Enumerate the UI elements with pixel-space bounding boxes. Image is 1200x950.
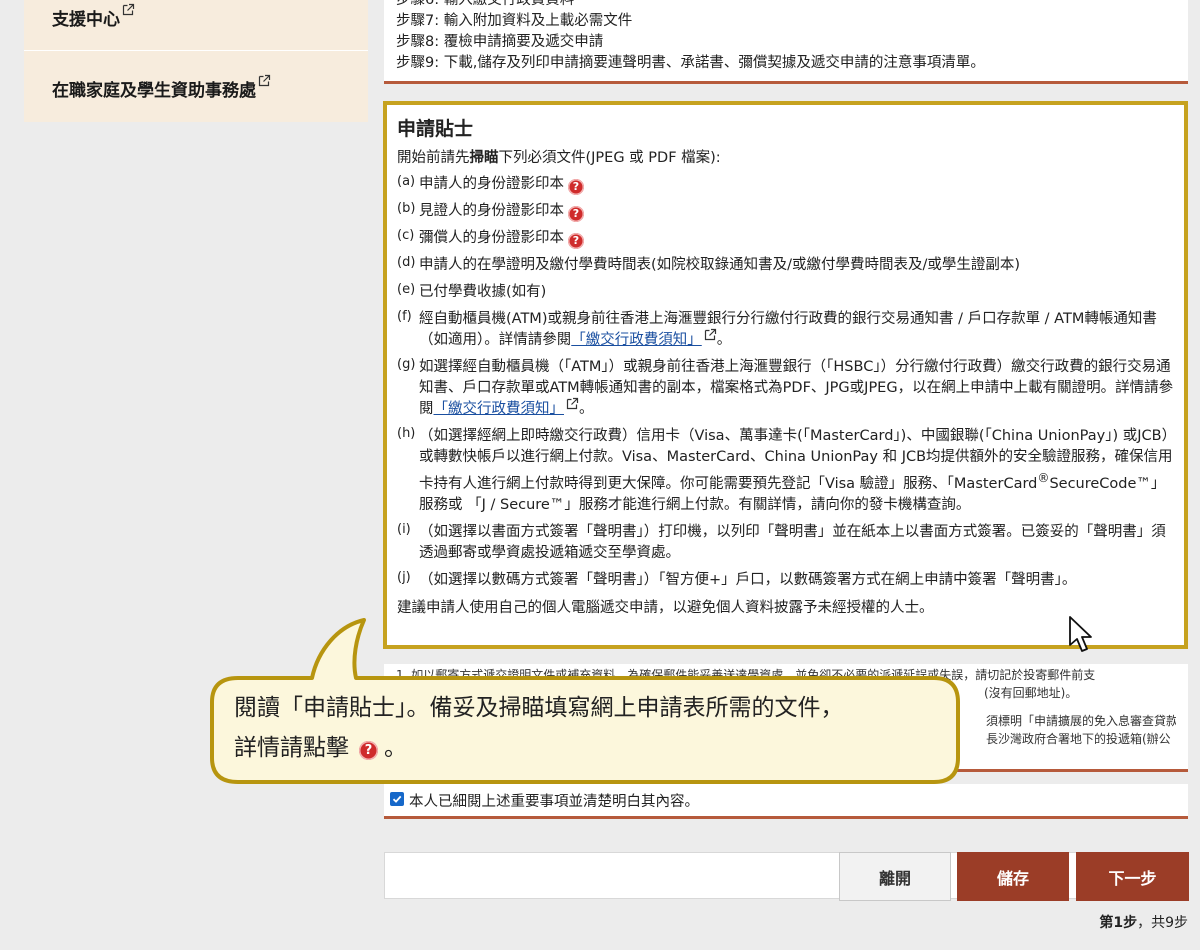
action-bar: 離開 儲存 下一步 — [384, 852, 1189, 901]
tip-item-a: (a) 申請人的身份證影印本? — [397, 174, 1174, 195]
step-line: 步驟8: 覆檢申請摘要及遞交申請 — [396, 34, 604, 50]
sidebar-item-support-centre[interactable]: 支援中心 — [24, 3, 368, 51]
admin-fee-notes-link[interactable]: 「繳交行政費須知」 — [434, 401, 565, 417]
tip-item-b: (b) 見證人的身份證影印本? — [397, 201, 1174, 222]
mouse-cursor-icon — [1069, 616, 1092, 652]
note-line: 1. 如以郵寄方式遞交證明文件或補充資料，為確保郵件能妥善送達學資處，並免卻不必… — [396, 668, 1096, 682]
application-tips-panel: 申請貼士 開始前請先掃瞄下列必須文件(JPEG 或 PDF 檔案): (a) 申請… — [383, 101, 1188, 649]
admin-fee-notes-link[interactable]: 「繳交行政費須知」 — [571, 332, 702, 348]
agreement-checkbox[interactable] — [390, 792, 404, 806]
help-icon: ? — [359, 741, 378, 760]
external-link-icon — [566, 397, 579, 410]
help-icon[interactable]: ? — [568, 206, 584, 222]
tip-item-g: (g) 如選擇經自動櫃員機（「ATM」）或親身前往香港上海滙豐銀行（「HSBC」）… — [397, 357, 1174, 417]
sidebar: 支援中心 在職家庭及學生資助事務處 — [24, 0, 368, 122]
step-line: 步驟9: 下載,儲存及列印申請摘要連聲明書、承諾書、彌償契據及遞交申請的注意事項… — [396, 55, 985, 71]
agreement-row: 本人已細閱上述重要事項並清楚明白其內容。 — [384, 784, 1188, 819]
sidebar-item-wfsfaa[interactable]: 在職家庭及學生資助事務處 — [24, 74, 368, 101]
tips-title: 申請貼士 — [397, 118, 474, 140]
step-indicator: 第1步，共9步 — [1099, 915, 1188, 931]
next-step-button[interactable]: 下一步 — [1076, 852, 1189, 901]
tips-intro: 開始前請先掃瞄下列必須文件(JPEG 或 PDF 檔案): — [397, 150, 721, 166]
tip-item-d: (d) 申請人的在學證明及繳付學費時間表(如院校取錄通知書及/或繳付學費時間表及/… — [397, 255, 1021, 273]
tip-item-h: (h) （如選擇經網上即時繳交行政費）信用卡（Visa、萬事達卡(「MasterC… — [397, 426, 1173, 513]
tip-item-f: (f) 經自動櫃員機(ATM)或親身前往香港上海滙豐銀行分行繳付行政費的銀行交易通… — [397, 309, 1157, 348]
tip-item-j: (j) （如選擇以數碼方式簽署「聲明書」）「智方便+」戶口，以數碼簽署方式在網上申… — [397, 569, 1077, 588]
external-link-icon — [704, 328, 717, 341]
tip-item-i: (i) （如選擇以書面方式簽署「聲明書」）打印機，以列印「聲明書」並在紙本上以書面… — [397, 521, 1166, 561]
sidebar-item-label: 支援中心 — [52, 10, 120, 30]
leave-button[interactable]: 離開 — [839, 852, 951, 901]
tutorial-callout-text: 閱讀「申請貼士」。備妥及掃瞄填寫網上申請表所需的文件， 詳情請點擊?。 — [234, 688, 954, 768]
step-line: 步驟6: 輸入繳交行政費資料 — [396, 0, 575, 8]
agreement-label: 本人已細閱上述重要事項並清楚明白其內容。 — [409, 794, 699, 810]
external-link-icon — [122, 3, 135, 16]
callout-line: 詳情請點擊?。 — [234, 735, 407, 761]
callout-line: 閱讀「申請貼士」。備妥及掃瞄填寫網上申請表所需的文件， — [234, 695, 844, 721]
step-line: 步驟7: 輸入附加資料及上載必需文件 — [396, 13, 633, 29]
tips-footer-note: 建議申請人使用自己的個人電腦遞交申請，以避免個人資料披露予未經授權的人士。 — [397, 599, 934, 616]
sidebar-item-label: 在職家庭及學生資助事務處 — [52, 81, 256, 101]
tip-item-e: (e) 已付學費收據(如有) — [397, 282, 547, 300]
tip-item-c: (c) 彌償人的身份證影印本? — [397, 228, 1174, 249]
steps-list: 步驟6: 輸入繳交行政費資料 步驟7: 輸入附加資料及上載必需文件 步驟8: 覆… — [384, 0, 1188, 84]
help-icon[interactable]: ? — [568, 179, 584, 195]
help-icon[interactable]: ? — [568, 233, 584, 249]
external-link-icon — [258, 74, 271, 87]
save-button[interactable]: 儲存 — [957, 852, 1069, 901]
